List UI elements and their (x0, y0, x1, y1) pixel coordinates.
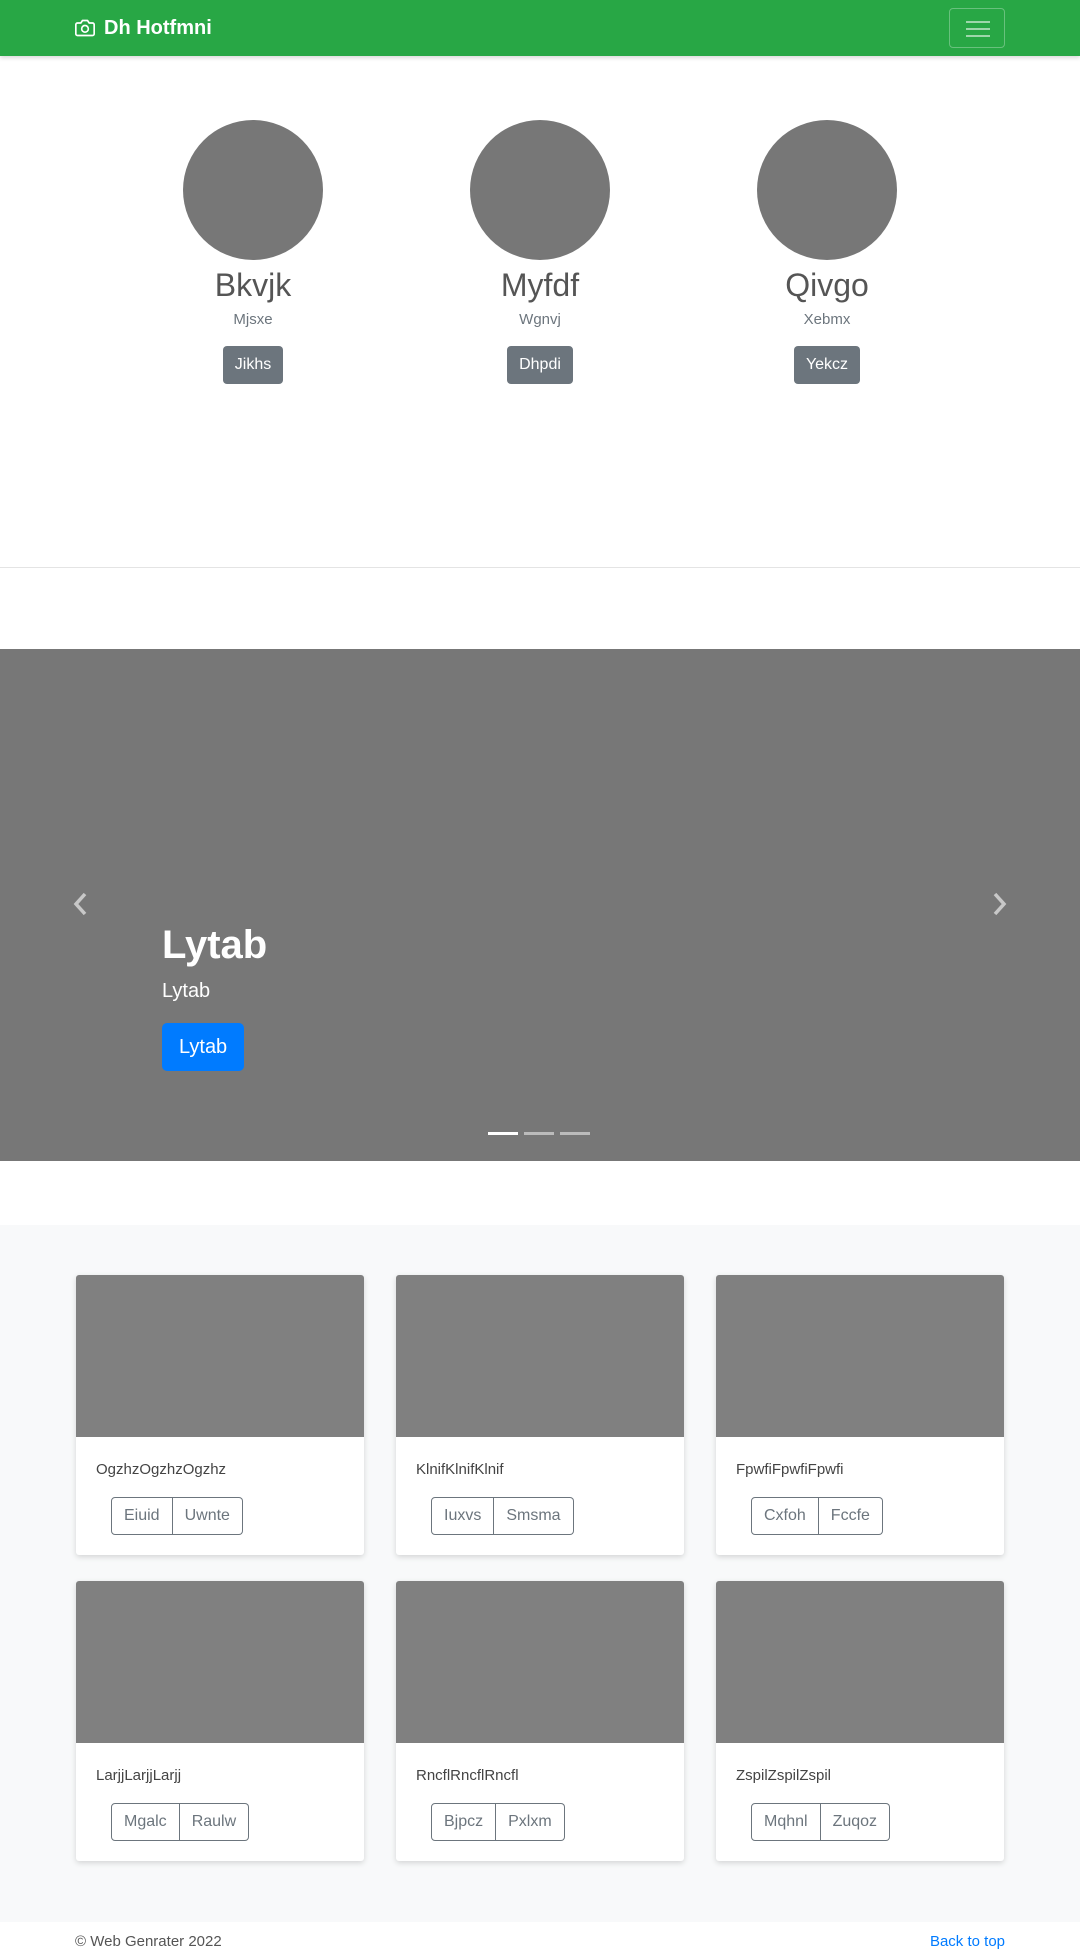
carousel: Lytab Lytab Lytab (0, 649, 1080, 1161)
team-section: Bkvjk Mjsxe Jikhs Myfdf Wgnvj Dhpdi Qivg… (0, 56, 1080, 568)
card-button-group: Eiuid Uwnte (111, 1497, 243, 1535)
card-button-group: Iuxvs Smsma (431, 1497, 574, 1535)
card-thumbnail (396, 1275, 684, 1437)
card-button[interactable]: Mqhnl (751, 1803, 821, 1841)
hamburger-icon (966, 21, 990, 37)
member-role: Xebmx (803, 311, 851, 328)
card-button-group: Cxfoh Fccfe (751, 1497, 883, 1535)
card-text: FpwfiFpwfiFpwfi (736, 1461, 844, 1478)
album-card: ZspilZspilZspil Mqhnl Zuqoz (716, 1581, 1004, 1861)
album-card: KlnifKlnifKlnif Iuxvs Smsma (396, 1275, 684, 1555)
navbar-toggler-button[interactable] (949, 8, 1005, 48)
card-button[interactable]: Smsma (494, 1497, 574, 1535)
album-card: FpwfiFpwfiFpwfi Cxfoh Fccfe (716, 1275, 1004, 1555)
card-text: OgzhzOgzhzOgzhz (96, 1461, 227, 1478)
avatar (757, 120, 897, 260)
card-thumbnail (76, 1275, 364, 1437)
member-name: Qivgo (785, 267, 869, 303)
brand-link[interactable]: Dh Hotfmni (75, 15, 212, 41)
member-button[interactable]: Yekcz (793, 346, 861, 384)
card-text: KlnifKlnifKlnif (416, 1461, 504, 1478)
card-button[interactable]: Mgalc (111, 1803, 180, 1841)
card-button[interactable]: Fccfe (818, 1497, 883, 1535)
member-name: Myfdf (500, 267, 580, 303)
card-button-group: Bjpcz Pxlxm (431, 1803, 565, 1841)
album-section: OgzhzOgzhzOgzhz Eiuid Uwnte KlnifKlnifKl… (0, 1225, 1080, 1922)
avatar (183, 120, 323, 260)
card-thumbnail (396, 1581, 684, 1743)
card-button-group: Mgalc Raulw (111, 1803, 250, 1841)
card-button[interactable]: Pxlxm (496, 1803, 565, 1841)
card-button-group: Mqhnl Zuqoz (751, 1803, 891, 1841)
card-text: LarjjLarjjLarjj (96, 1767, 182, 1784)
album-card: RncflRncflRncfl Bjpcz Pxlxm (396, 1581, 684, 1861)
card-text: RncflRncflRncfl (416, 1767, 519, 1784)
card-thumbnail (716, 1275, 1004, 1437)
album-card: LarjjLarjjLarjj Mgalc Raulw (76, 1581, 364, 1861)
footer: © Web Genrater 2022 Back to top (0, 1922, 1080, 1957)
album-card: OgzhzOgzhzOgzhz Eiuid Uwnte (76, 1275, 364, 1555)
card-button[interactable]: Zuqoz (820, 1803, 891, 1841)
card-button[interactable]: Uwnte (172, 1497, 243, 1535)
brand-name: Dh Hotfmni (104, 16, 212, 39)
chevron-right-icon (993, 892, 1007, 916)
member-button[interactable]: Dhpdi (507, 346, 573, 384)
card-button[interactable]: Raulw (179, 1803, 250, 1841)
carousel-indicator[interactable] (524, 1132, 554, 1135)
card-button[interactable]: Iuxvs (431, 1497, 495, 1535)
carousel-cta-button[interactable]: Lytab (162, 1023, 245, 1071)
carousel-indicators (488, 1132, 590, 1135)
carousel-prev-button[interactable] (70, 889, 92, 919)
team-member: Qivgo Xebmx Yekcz (712, 120, 942, 384)
carousel-text: Lytab (162, 980, 211, 1002)
team-member: Bkvjk Mjsxe Jikhs (138, 120, 368, 384)
card-thumbnail (76, 1581, 364, 1743)
camera-icon (75, 19, 95, 37)
carousel-indicator[interactable] (560, 1132, 590, 1135)
copyright-text: © Web Genrater 2022 (75, 1933, 222, 1950)
carousel-indicator[interactable] (488, 1132, 518, 1135)
team-member: Myfdf Wgnvj Dhpdi (425, 120, 655, 384)
chevron-left-icon (73, 892, 87, 916)
member-role: Mjsxe (233, 311, 273, 328)
carousel-title: Lytab (162, 923, 268, 967)
card-button[interactable]: Bjpcz (431, 1803, 497, 1841)
card-button[interactable]: Eiuid (111, 1497, 173, 1535)
card-thumbnail (716, 1581, 1004, 1743)
card-button[interactable]: Cxfoh (751, 1497, 819, 1535)
carousel-next-button[interactable] (988, 889, 1010, 919)
back-to-top-link[interactable]: Back to top (930, 1933, 1005, 1950)
card-text: ZspilZspilZspil (736, 1767, 832, 1784)
member-role: Wgnvj (519, 311, 561, 328)
avatar (470, 120, 610, 260)
navbar: Dh Hotfmni (0, 0, 1080, 56)
member-name: Bkvjk (214, 267, 292, 303)
member-button[interactable]: Jikhs (222, 346, 284, 384)
carousel-caption: Lytab Lytab Lytab (162, 921, 267, 1071)
